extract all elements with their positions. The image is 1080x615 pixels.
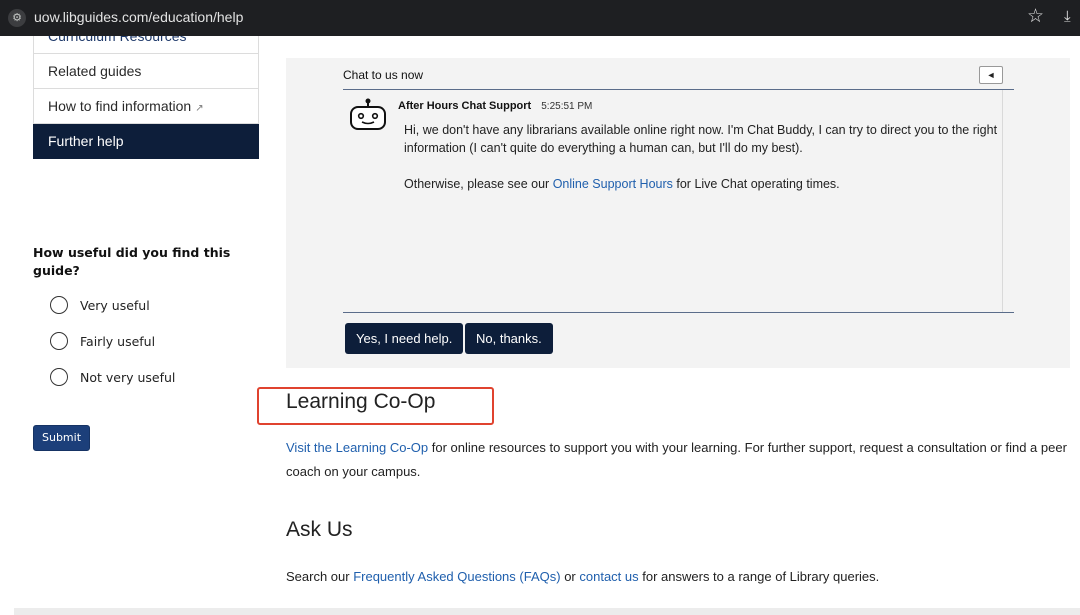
radio-fairly-useful[interactable]: Fairly useful (50, 331, 155, 351)
learning-coop-paragraph: Visit the Learning Co-Op for online reso… (286, 436, 1076, 484)
browser-toolbar: ⚙ uow.libguides.com/education/help ☆ ⤓ (0, 0, 1080, 36)
message-sender: After Hours Chat Support 5:25:51 PM (398, 100, 592, 112)
address-bar[interactable]: uow.libguides.com/education/help (34, 9, 243, 25)
online-support-hours-link[interactable]: Online Support Hours (553, 177, 673, 191)
tune-icon[interactable]: ⚙ (8, 9, 26, 27)
faqs-link[interactable]: Frequently Asked Questions (FAQs) (353, 569, 560, 584)
ask-us-text-middle: or (560, 569, 580, 584)
download-icon[interactable]: ⤓ (1064, 8, 1071, 25)
message-text-prefix: Otherwise, please see our (404, 177, 553, 191)
sidebar-item-further-help[interactable]: Further help (33, 124, 259, 159)
message-text-2: Otherwise, please see our Online Support… (404, 175, 1004, 193)
collapse-chat-button[interactable]: ◄ (979, 66, 1003, 84)
sidebar-item-related-guides[interactable]: Related guides (33, 54, 259, 89)
contact-us-link[interactable]: contact us (579, 569, 638, 584)
sidebar-item-label: Related guides (48, 63, 142, 79)
radio-label: Not very useful (80, 369, 176, 385)
learning-coop-link[interactable]: Visit the Learning Co-Op (286, 440, 428, 455)
sidebar-item-label: How to find information (48, 98, 192, 114)
sidebar-item-curriculum-resources[interactable]: Curriculum Resources (33, 36, 259, 54)
sidebar-item-label: Further help (48, 133, 124, 149)
radio-label: Fairly useful (80, 333, 156, 349)
message-text-suffix: for Live Chat operating times. (672, 177, 840, 191)
footer-divider (14, 608, 1080, 615)
radio-not-very-useful[interactable]: Not very useful (50, 367, 175, 387)
radio-button[interactable] (50, 332, 68, 350)
ask-us-paragraph: Search our Frequently Asked Questions (F… (286, 565, 1076, 589)
guide-side-nav: Curriculum Resources Related guides How … (33, 36, 259, 159)
chat-widget: Chat to us now ◄ After Hours Chat Suppor… (286, 58, 1070, 368)
chat-log: After Hours Chat Support 5:25:51 PM Hi, w… (343, 89, 1014, 313)
radio-button[interactable] (50, 368, 68, 386)
radio-label: Very useful (80, 297, 150, 313)
ask-us-text-prefix: Search our (286, 569, 354, 584)
sidebar-item-how-to-find-information[interactable]: How to find information ↗ (33, 89, 259, 124)
star-icon[interactable]: ☆ (1027, 5, 1044, 28)
chat-header: Chat to us now (343, 68, 424, 82)
ask-us-heading: Ask Us (286, 518, 353, 541)
yes-need-help-button[interactable]: Yes, I need help. (345, 323, 464, 354)
sender-name: After Hours Chat Support (398, 100, 532, 112)
sidebar-item-label: Curriculum Resources (48, 36, 187, 44)
message-time: 5:25:51 PM (541, 101, 593, 112)
ask-us-text-suffix: for answers to a range of Library querie… (638, 569, 880, 584)
external-link-icon: ↗ (195, 103, 204, 114)
radio-very-useful[interactable]: Very useful (50, 295, 150, 315)
highlight-annotation (257, 387, 494, 425)
chat-bot-icon (350, 98, 386, 130)
submit-button[interactable]: Submit (33, 425, 91, 451)
no-thanks-button[interactable]: No, thanks. (465, 323, 553, 354)
chat-scrollbar[interactable] (1002, 90, 1014, 312)
feedback-question: How useful did you find this guide? (33, 245, 231, 278)
message-text: Hi, we don't have any librarians availab… (404, 123, 998, 155)
radio-button[interactable] (50, 296, 68, 314)
